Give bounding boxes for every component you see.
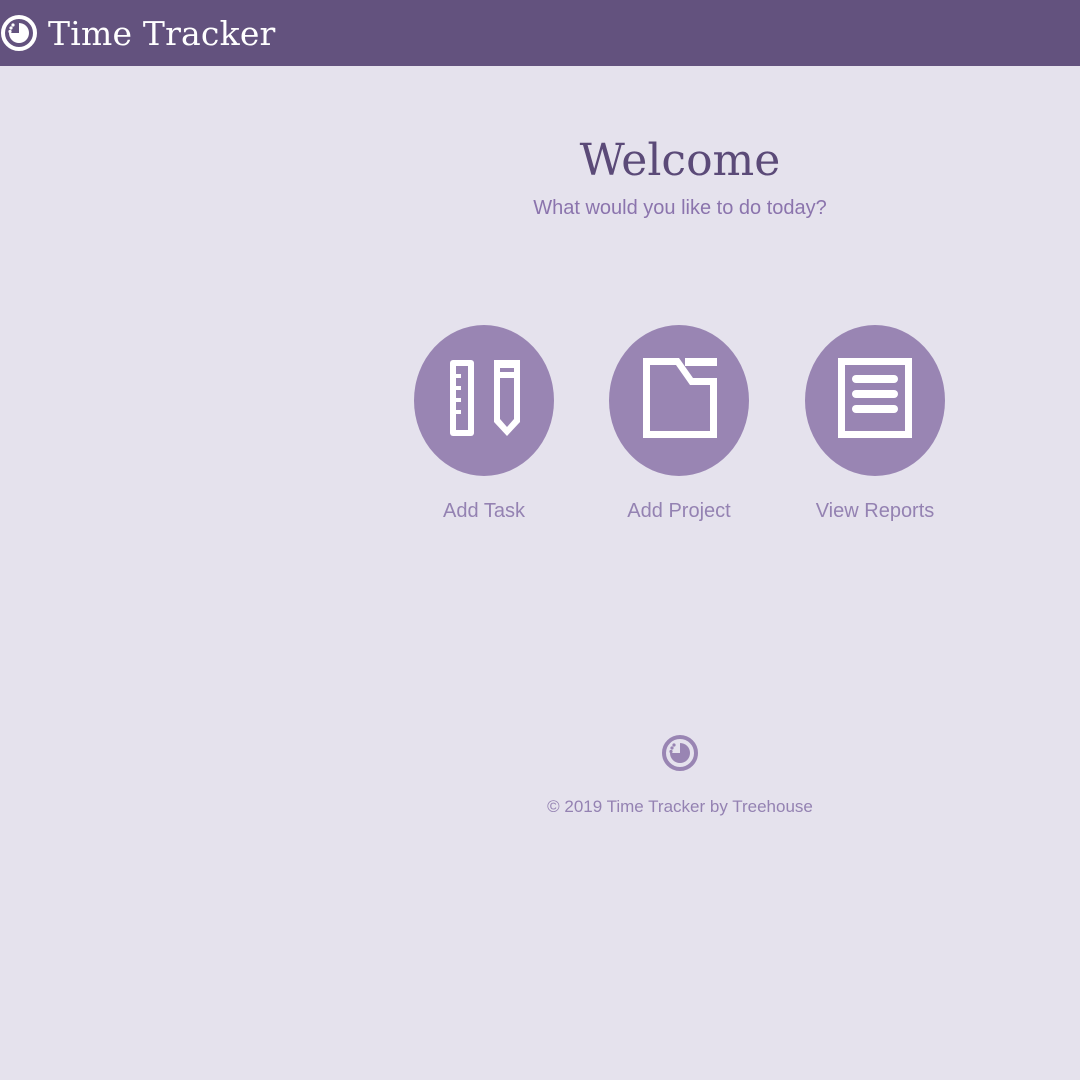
page-title: Welcome bbox=[579, 135, 781, 186]
add-task-label[interactable]: Add Task bbox=[386, 500, 582, 523]
view-reports-button[interactable]: View Reports bbox=[777, 325, 973, 523]
folder-icon bbox=[639, 356, 719, 445]
page-subtitle: What would you like to do today? bbox=[533, 197, 827, 219]
ruler-pencil-icon bbox=[444, 356, 524, 445]
clock-icon[interactable] bbox=[0, 14, 38, 52]
add-project-button[interactable]: Add Project bbox=[581, 325, 777, 523]
document-icon bbox=[835, 356, 915, 445]
add-task-circle[interactable] bbox=[414, 325, 554, 476]
app-header: Time Tracker bbox=[0, 0, 1080, 66]
footer-copyright: © 2019 Time Tracker by Treehouse bbox=[547, 797, 813, 816]
clock-icon bbox=[661, 734, 699, 772]
view-reports-label[interactable]: View Reports bbox=[777, 500, 973, 523]
add-project-label[interactable]: Add Project bbox=[581, 500, 777, 523]
view-reports-circle[interactable] bbox=[805, 325, 945, 476]
app-title[interactable]: Time Tracker bbox=[48, 14, 276, 53]
add-project-circle[interactable] bbox=[609, 325, 749, 476]
add-task-button[interactable]: Add Task bbox=[386, 325, 582, 523]
